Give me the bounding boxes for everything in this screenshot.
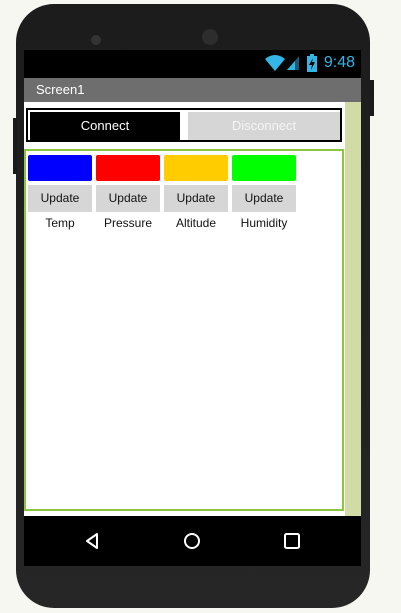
sensor-panel: Update Temp Update Pressure Update Altit…	[24, 149, 344, 511]
speaker-icon	[91, 35, 101, 45]
update-altitude-button[interactable]: Update	[164, 185, 228, 212]
sensor-label-humidity: Humidity	[240, 216, 288, 230]
sensor-label-pressure: Pressure	[103, 216, 153, 230]
update-temp-button[interactable]: Update	[28, 185, 92, 212]
sensor-label-altitude: Altitude	[175, 216, 217, 230]
wifi-icon	[265, 55, 285, 71]
status-time: 9:48	[323, 54, 355, 71]
status-bar: 9:48	[24, 50, 361, 78]
app-screen: Connect Disconnect Update Temp Update Pr…	[24, 102, 361, 516]
screen-title: Screen1	[36, 82, 85, 97]
update-humidity-button[interactable]: Update	[232, 185, 296, 212]
title-bar: Screen1	[24, 78, 361, 102]
battery-icon	[307, 54, 317, 72]
connect-button[interactable]: Connect	[30, 112, 180, 140]
home-icon[interactable]	[180, 529, 204, 553]
sensor-column-altitude: Update Altitude	[164, 155, 228, 230]
sensor-column-temp: Update Temp	[28, 155, 92, 230]
color-swatch	[232, 155, 296, 181]
camera-icon	[202, 29, 218, 45]
update-pressure-button[interactable]: Update	[96, 185, 160, 212]
power-button	[370, 80, 374, 116]
sensor-column-humidity: Update Humidity	[232, 155, 296, 230]
volume-button	[13, 118, 17, 174]
sensor-label-temp: Temp	[45, 216, 75, 230]
navigation-bar	[24, 516, 361, 566]
scrollbar[interactable]	[345, 102, 361, 516]
color-swatch	[28, 155, 92, 181]
sensor-column-pressure: Update Pressure	[96, 155, 160, 230]
color-swatch	[96, 155, 160, 181]
recents-icon[interactable]	[280, 529, 304, 553]
color-swatch	[164, 155, 228, 181]
signal-icon	[287, 56, 299, 70]
back-icon[interactable]	[80, 529, 104, 553]
disconnect-button[interactable]: Disconnect	[188, 112, 340, 140]
connection-bar: Connect Disconnect	[26, 108, 342, 142]
